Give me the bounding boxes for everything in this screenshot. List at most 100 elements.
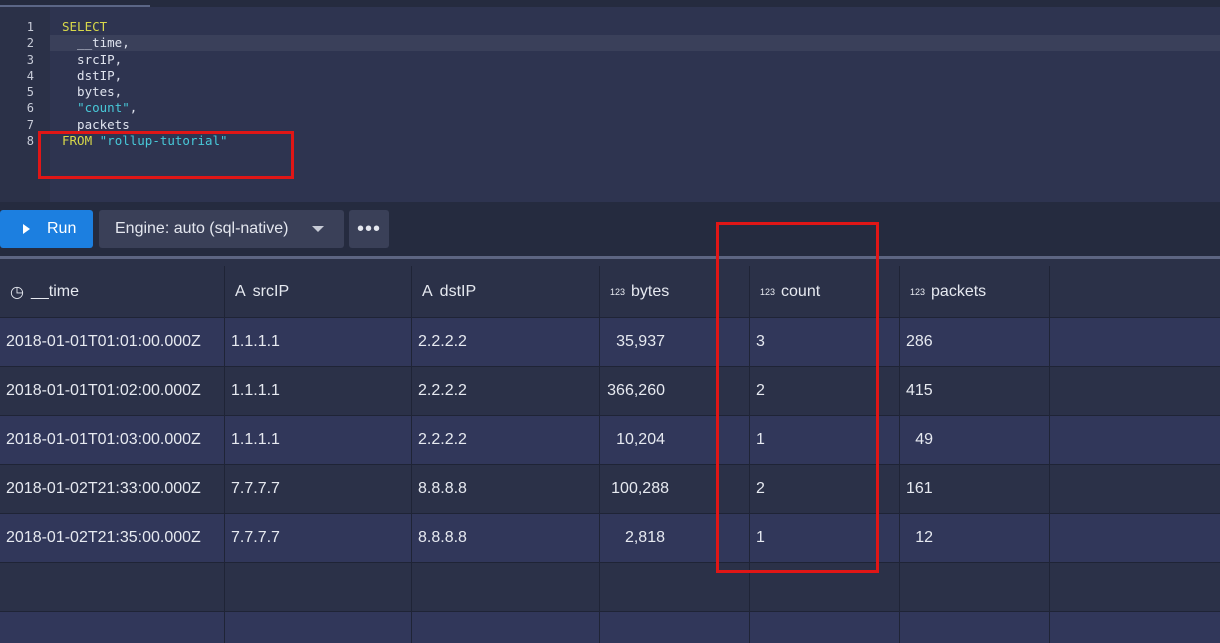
run-button[interactable]: Run: [0, 210, 93, 248]
column-header-empty: [1050, 266, 1220, 317]
table-cell-srcip: 1.1.1.1: [225, 318, 412, 366]
number-type-icon: 123: [610, 286, 626, 297]
table-cell-packets: 49: [900, 416, 1050, 464]
table-cell-dstip: 2.2.2.2: [412, 318, 600, 366]
column-header-time[interactable]: ◷ __time: [0, 266, 225, 317]
table-cell-packets: 12: [900, 514, 1050, 562]
code-line-time: __time,: [62, 35, 130, 50]
line-number: 2: [26, 36, 34, 50]
editor-tab-strip: [0, 0, 1220, 7]
column-header-label: dstIP: [439, 282, 477, 300]
code-line-count: "count",: [62, 100, 137, 116]
column-header-label: srcIP: [252, 282, 290, 300]
code-string-count: "count": [77, 100, 130, 115]
table-cell-empty: [412, 563, 600, 611]
table-row[interactable]: 2018-01-02T21:33:00.000Z 7.7.7.7 8.8.8.8…: [0, 465, 1220, 514]
table-cell-count: 2: [750, 465, 900, 513]
sql-editor[interactable]: 1 2 3 4 5 6 7 8 SELECT __time, srcIP, ds…: [0, 7, 1220, 202]
line-number: 6: [26, 101, 34, 115]
table-cell-time: 2018-01-01T01:03:00.000Z: [0, 416, 225, 464]
table-cell-bytes: 100,288: [600, 465, 750, 513]
table-cell-srcip: 7.7.7.7: [225, 514, 412, 562]
code-line-bytes: bytes,: [62, 84, 123, 99]
column-header-dstip[interactable]: AdstIP: [412, 266, 600, 317]
table-cell-bytes: 10,204: [600, 416, 750, 464]
table-cell-time: 2018-01-01T01:02:00.000Z: [0, 367, 225, 415]
table-cell-dstip: 8.8.8.8: [412, 465, 600, 513]
table-row[interactable]: 2018-01-02T21:35:00.000Z 7.7.7.7 8.8.8.8…: [0, 514, 1220, 563]
pane-splitter[interactable]: [0, 256, 1220, 259]
table-cell-bytes: 366,260: [600, 367, 750, 415]
table-cell-empty: [412, 612, 600, 643]
table-cell-count: 1: [750, 514, 900, 562]
table-row[interactable]: 2018-01-01T01:02:00.000Z 1.1.1.1 2.2.2.2…: [0, 367, 1220, 416]
current-line-highlight: [0, 35, 1220, 51]
table-row[interactable]: 2018-01-01T01:03:00.000Z 1.1.1.1 2.2.2.2…: [0, 416, 1220, 465]
table-cell-bytes: 2,818: [600, 514, 750, 562]
column-header-srcip[interactable]: AsrcIP: [225, 266, 412, 317]
editor-tab-active[interactable]: [0, 0, 150, 7]
code-string-datasource: "rollup-tutorial": [99, 133, 228, 148]
column-header-packets[interactable]: 123 packets: [900, 266, 1050, 317]
table-cell-empty: [1050, 563, 1220, 611]
table-cell-count: 1: [750, 416, 900, 464]
line-number: 8: [26, 134, 34, 148]
table-cell-empty: [0, 612, 225, 643]
table-cell-packets: 415: [900, 367, 1050, 415]
query-toolbar: Run Engine: auto (sql-native) •••: [0, 202, 1220, 256]
table-cell-empty: [900, 563, 1050, 611]
table-row-empty: [0, 612, 1220, 643]
table-cell-time: 2018-01-01T01:01:00.000Z: [0, 318, 225, 366]
line-number-gutter: 1 2 3 4 5 6 7 8: [0, 7, 50, 202]
ellipsis-icon: •••: [356, 217, 381, 240]
column-header-label: count: [781, 282, 821, 300]
table-cell-empty: [225, 612, 412, 643]
code-line-from: FROM "rollup-tutorial": [62, 133, 228, 149]
table-cell-empty: [600, 563, 750, 611]
caret-down-icon: [312, 226, 324, 232]
line-number: 4: [26, 69, 34, 83]
table-cell-packets: 286: [900, 318, 1050, 366]
line-number: 1: [26, 20, 34, 34]
line-number: 5: [26, 85, 34, 99]
table-cell-empty: [1050, 367, 1220, 415]
more-options-button[interactable]: •••: [349, 210, 389, 248]
table-cell-empty: [900, 612, 1050, 643]
table-cell-empty: [600, 612, 750, 643]
string-type-icon: A: [422, 282, 433, 300]
code-line-packets: packets: [62, 117, 130, 132]
table-cell-srcip: 7.7.7.7: [225, 465, 412, 513]
table-cell-srcip: 1.1.1.1: [225, 416, 412, 464]
table-cell-empty: [0, 563, 225, 611]
engine-select[interactable]: Engine: auto (sql-native): [99, 210, 344, 248]
table-cell-empty: [1050, 465, 1220, 513]
table-cell-time: 2018-01-02T21:35:00.000Z: [0, 514, 225, 562]
table-row-empty: [0, 563, 1220, 612]
code-keyword-from: FROM: [62, 133, 93, 148]
table-cell-dstip: 2.2.2.2: [412, 416, 600, 464]
engine-select-label: Engine: auto (sql-native): [115, 220, 289, 237]
code-line-srcip: srcIP,: [62, 52, 123, 67]
code-line-select: SELECT: [62, 19, 108, 34]
run-button-label: Run: [47, 220, 77, 237]
table-cell-srcip: 1.1.1.1: [225, 367, 412, 415]
number-type-icon: 123: [910, 286, 926, 297]
column-header-label: bytes: [631, 282, 670, 300]
column-header-label: packets: [931, 282, 987, 300]
table-header-row: ◷ __time AsrcIP AdstIP 123 bytes 123 count …: [0, 266, 1220, 318]
table-cell-empty: [750, 612, 900, 643]
column-header-bytes[interactable]: 123 bytes: [600, 266, 750, 317]
table-cell-bytes: 35,937: [600, 318, 750, 366]
table-cell-empty: [750, 563, 900, 611]
line-number: 3: [26, 53, 34, 67]
code-line-dstip: dstIP,: [62, 68, 123, 83]
line-number: 7: [26, 118, 34, 132]
code-comma: ,: [129, 100, 138, 115]
table-row[interactable]: 2018-01-01T01:01:00.000Z 1.1.1.1 2.2.2.2…: [0, 318, 1220, 367]
table-cell-dstip: 2.2.2.2: [412, 367, 600, 415]
column-header-count[interactable]: 123 count: [750, 266, 900, 317]
table-cell-empty: [225, 563, 412, 611]
table-cell-time: 2018-01-02T21:33:00.000Z: [0, 465, 225, 513]
play-icon: [23, 224, 30, 234]
